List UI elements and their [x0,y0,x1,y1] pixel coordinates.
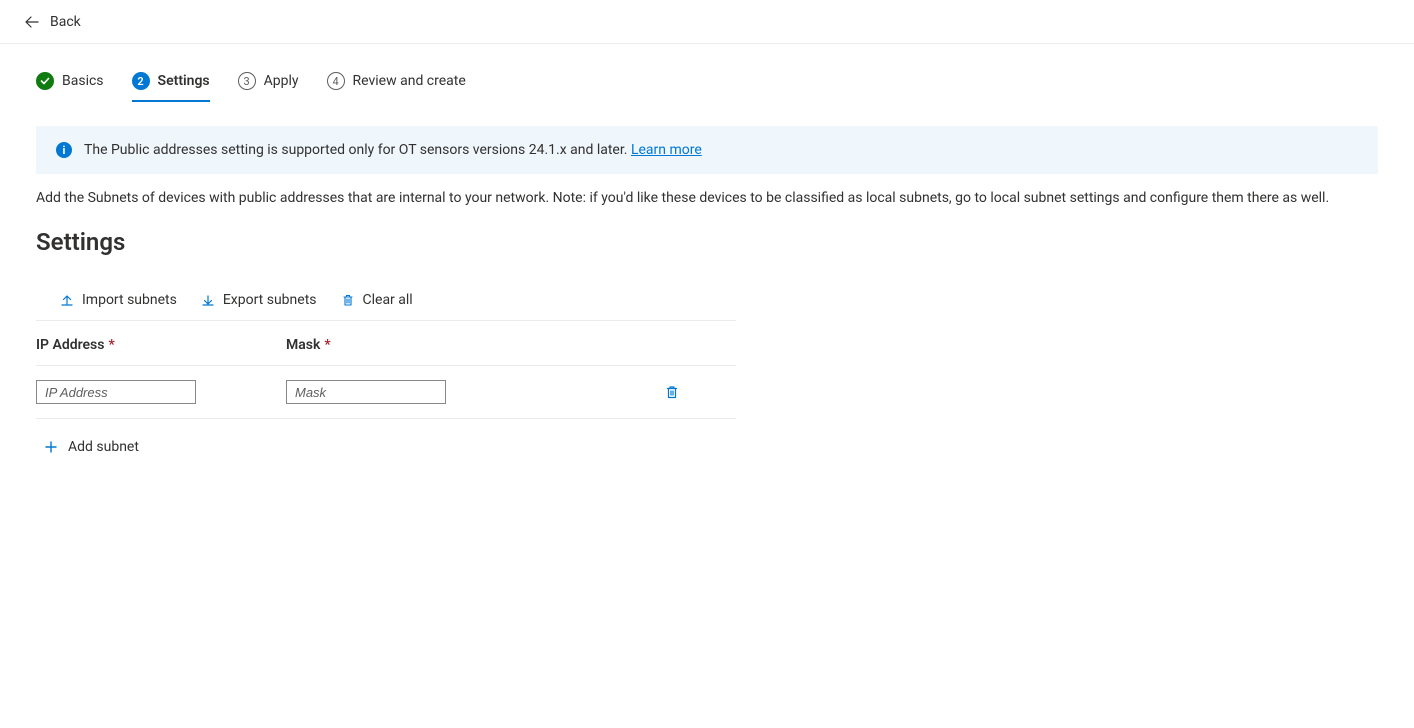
export-subnets-button[interactable]: Export subnets [201,292,317,308]
column-header-ip: IP Address* [36,337,286,353]
add-subnet-label: Add subnet [68,439,139,455]
step-number-icon: 4 [327,72,345,90]
back-button[interactable]: Back [0,0,1414,44]
tab-apply[interactable]: 3 Apply [238,72,299,102]
table-row [36,366,736,419]
required-marker: * [108,337,114,353]
import-subnets-button[interactable]: Import subnets [60,292,177,308]
info-banner: i The Public addresses setting is suppor… [36,126,1378,174]
subnet-table: IP Address* Mask* [36,321,736,419]
info-banner-message: The Public addresses setting is supporte… [84,142,631,158]
info-banner-text: The Public addresses setting is supporte… [84,142,702,158]
tab-settings[interactable]: 2 Settings [132,72,210,102]
trash-icon [341,293,355,307]
tab-apply-label: Apply [264,73,299,89]
plus-icon [44,440,58,454]
table-header-row: IP Address* Mask* [36,321,736,366]
wizard-tabs: Basics 2 Settings 3 Apply 4 Review and c… [0,44,1414,102]
column-header-ip-label: IP Address [36,337,104,353]
section-title: Settings [36,228,1378,256]
tab-review[interactable]: 4 Review and create [327,72,466,102]
back-label: Back [50,14,81,30]
subnet-toolbar: Import subnets Export subnets Clear all [36,292,736,321]
step-number-icon: 3 [238,72,256,90]
clear-all-button[interactable]: Clear all [341,292,413,308]
tab-basics[interactable]: Basics [36,72,104,102]
column-header-mask: Mask* [286,337,586,353]
import-subnets-label: Import subnets [82,292,177,308]
ip-address-input[interactable] [36,380,196,404]
download-icon [201,293,215,307]
tab-review-label: Review and create [353,73,466,89]
arrow-left-icon [24,14,40,30]
step-number-icon: 2 [132,72,150,90]
add-subnet-button[interactable]: Add subnet [36,433,147,461]
column-header-mask-label: Mask [286,337,320,353]
clear-all-label: Clear all [363,292,413,308]
delete-row-button[interactable] [664,384,680,400]
tab-settings-label: Settings [158,73,210,89]
upload-icon [60,293,74,307]
tab-basics-label: Basics [62,73,104,89]
export-subnets-label: Export subnets [223,292,317,308]
description-text: Add the Subnets of devices with public a… [36,190,1378,206]
checkmark-icon [36,72,54,90]
learn-more-link[interactable]: Learn more [631,142,702,158]
info-icon: i [56,142,72,158]
mask-input[interactable] [286,380,446,404]
required-marker: * [324,337,330,353]
